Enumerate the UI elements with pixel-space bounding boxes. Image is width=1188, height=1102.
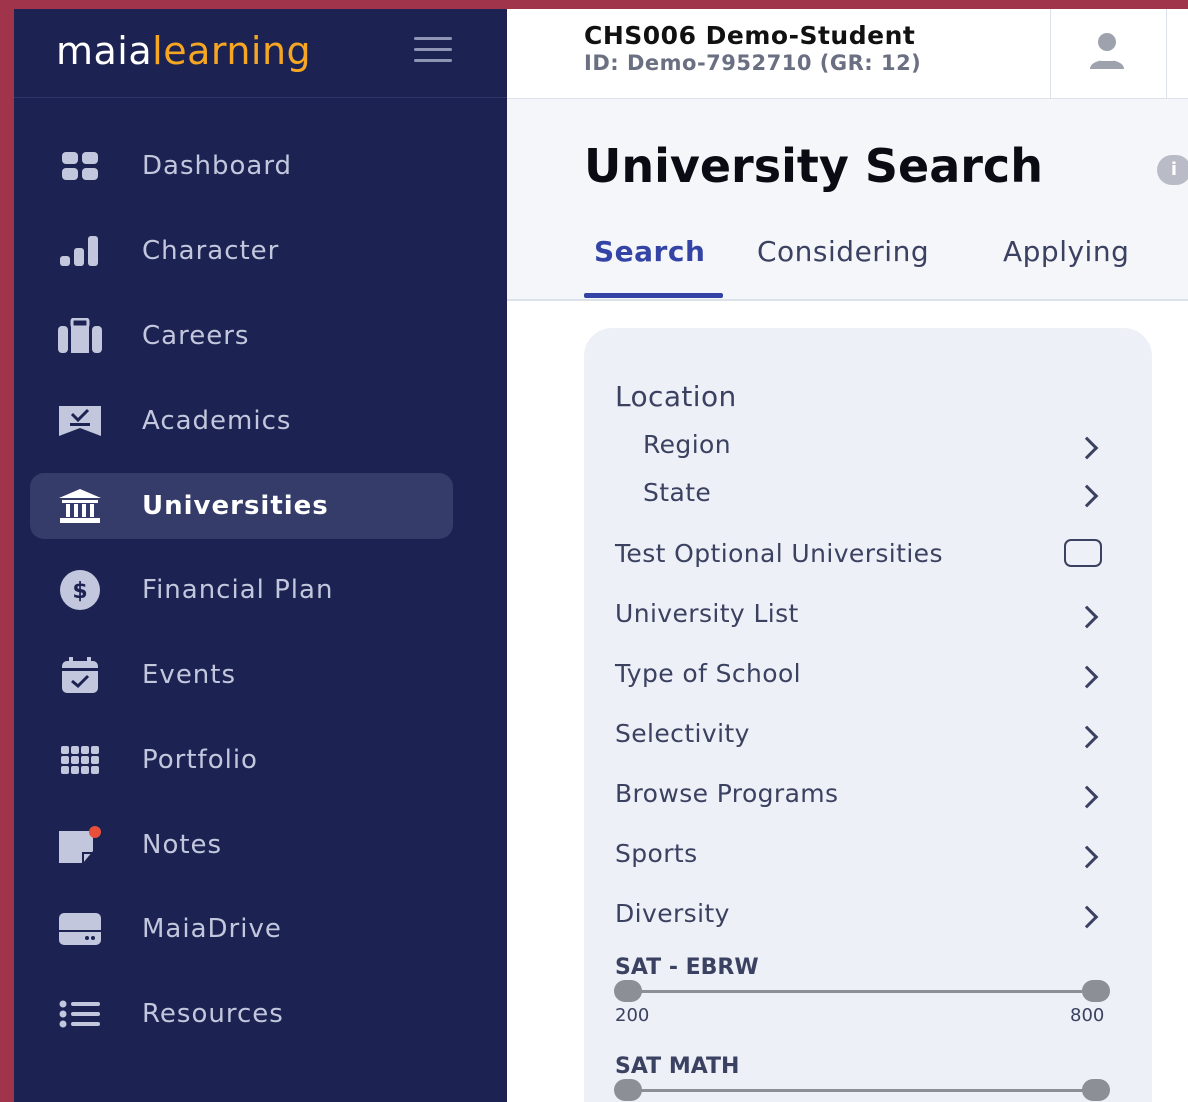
info-icon[interactable]: i — [1157, 155, 1188, 185]
main-content: Location Region State Test Optional Univ… — [507, 301, 1188, 1102]
sidebar-item-label: Universities — [142, 491, 329, 521]
sat-ebrw-label: SAT - EBRW — [615, 955, 759, 980]
logo-text-maia: maia — [56, 29, 153, 73]
bar-chart-icon — [57, 228, 103, 274]
sidebar-item-financial-plan[interactable]: $ Financial Plan — [30, 557, 453, 623]
active-tab-indicator — [584, 293, 723, 298]
sidebar-item-careers[interactable]: Careers — [30, 303, 453, 369]
filter-label: Test Optional Universities — [615, 539, 943, 568]
sidebar-item-label: Dashboard — [142, 151, 293, 181]
sidebar-item-label: MaiaDrive — [142, 914, 282, 944]
filter-state[interactable]: State — [643, 478, 1133, 507]
filter-sports[interactable]: Sports — [615, 839, 1105, 868]
divider — [1166, 9, 1167, 99]
list-icon — [57, 991, 103, 1037]
sidebar-item-events[interactable]: Events — [30, 642, 453, 708]
sidebar-item-universities[interactable]: Universities — [30, 473, 453, 539]
maialearning-logo[interactable]: maialearning — [56, 29, 311, 73]
note-icon — [57, 822, 103, 868]
filter-label: Type of School — [615, 659, 802, 688]
page-title: University Search — [584, 139, 1043, 193]
student-id: ID: Demo-7952710 (GR: 12) — [584, 51, 922, 75]
sidebar-item-notes[interactable]: Notes — [30, 812, 453, 878]
filter-browse-programs[interactable]: Browse Programs — [615, 779, 1105, 808]
sidebar-item-label: Portfolio — [142, 745, 258, 775]
sidebar-item-label: Notes — [142, 830, 223, 860]
tab-search[interactable]: Search — [594, 235, 705, 268]
drive-icon — [57, 906, 103, 952]
briefcase-icon — [57, 313, 103, 359]
filter-label: University List — [615, 599, 799, 628]
sat-math-min-handle[interactable] — [614, 1079, 642, 1101]
filter-selectivity[interactable]: Selectivity — [615, 719, 1105, 748]
sidebar-item-academics[interactable]: Academics — [30, 388, 453, 454]
sat-ebrw-slider-track[interactable] — [628, 990, 1096, 993]
filter-test-optional: Test Optional Universities — [615, 539, 1105, 568]
sidebar-item-dashboard[interactable]: Dashboard — [30, 133, 453, 199]
sidebar-item-label: Character — [142, 236, 280, 266]
sidebar-item-label: Academics — [142, 406, 292, 436]
filter-label: State — [643, 478, 712, 507]
filter-label: Sports — [615, 839, 698, 868]
sidebar: maialearning Dashboard Character Careers… — [14, 9, 507, 1102]
sidebar-item-label: Resources — [142, 999, 284, 1029]
sat-math-label: SAT MATH — [615, 1054, 740, 1079]
filter-type-of-school[interactable]: Type of School — [615, 659, 1105, 688]
sidebar-item-character[interactable]: Character — [30, 218, 453, 284]
sat-ebrw-min-value: 200 — [615, 1005, 650, 1026]
sat-ebrw-max-value: 800 — [1070, 1005, 1105, 1026]
svg-text:$: $ — [72, 579, 87, 604]
tab-considering[interactable]: Considering — [757, 235, 929, 268]
sat-math-max-handle[interactable] — [1082, 1079, 1110, 1101]
logo-bar: maialearning — [14, 9, 507, 98]
filter-region[interactable]: Region — [643, 430, 1133, 459]
filter-label: Region — [643, 430, 731, 459]
student-name: CHS006 Demo-Student — [584, 21, 916, 50]
sidebar-item-maiadrive[interactable]: MaiaDrive — [30, 896, 453, 962]
sidebar-item-label: Careers — [142, 321, 250, 351]
dollar-coin-icon: $ — [57, 567, 103, 613]
sidebar-item-portfolio[interactable]: Portfolio — [30, 727, 453, 793]
filter-label: Selectivity — [615, 719, 750, 748]
calendar-check-icon — [57, 652, 103, 698]
sat-math-slider-track[interactable] — [628, 1089, 1096, 1092]
sat-ebrw-min-handle[interactable] — [614, 980, 642, 1002]
sidebar-item-label: Financial Plan — [142, 575, 334, 605]
page-header: University Search i Search Considering A… — [507, 99, 1188, 301]
sat-ebrw-max-handle[interactable] — [1082, 980, 1110, 1002]
sidebar-item-label: Events — [142, 660, 237, 690]
divider — [1050, 9, 1051, 99]
logo-text-learning: learning — [152, 29, 312, 73]
sidebar-item-resources[interactable]: Resources — [30, 981, 453, 1047]
tab-applying[interactable]: Applying — [1003, 235, 1129, 268]
grid-icon — [57, 737, 103, 783]
filter-diversity[interactable]: Diversity — [615, 899, 1105, 928]
filter-label: Diversity — [615, 899, 730, 928]
academics-icon — [57, 398, 103, 444]
filter-panel: Location Region State Test Optional Univ… — [584, 328, 1152, 1102]
user-profile-icon[interactable] — [1087, 31, 1127, 71]
university-building-icon — [57, 483, 103, 529]
dashboard-icon — [57, 143, 103, 189]
test-optional-checkbox[interactable] — [1064, 539, 1102, 567]
filter-label: Browse Programs — [615, 779, 839, 808]
hamburger-menu-icon[interactable] — [414, 37, 452, 65]
top-bar: CHS006 Demo-Student ID: Demo-7952710 (GR… — [507, 9, 1188, 99]
location-heading: Location — [615, 380, 737, 413]
filter-university-list[interactable]: University List — [615, 599, 1105, 628]
